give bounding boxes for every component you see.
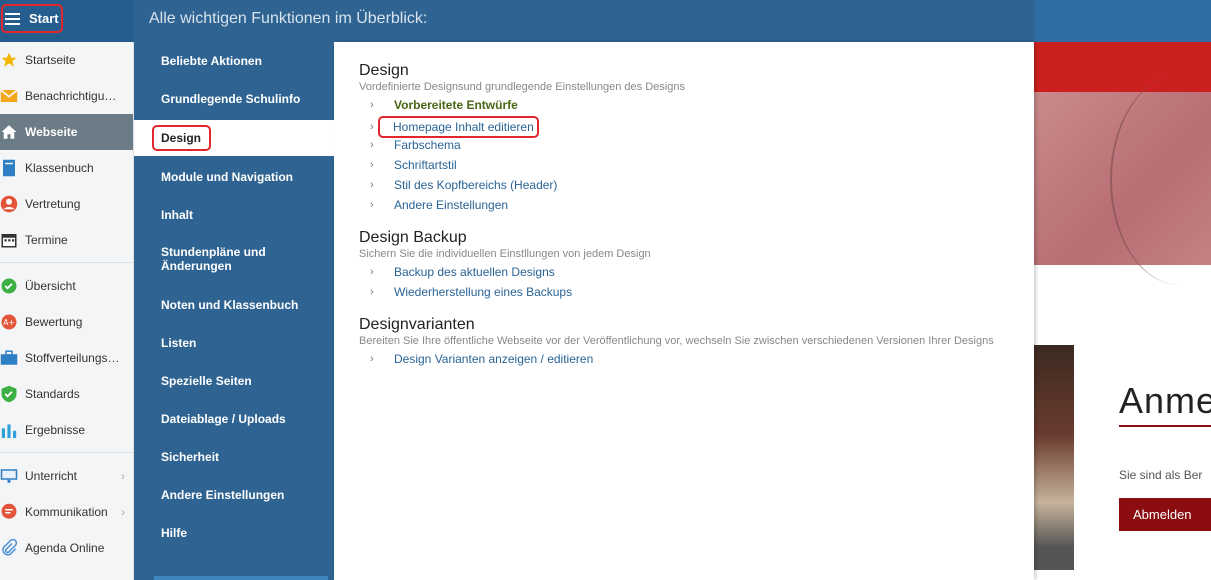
logout-button[interactable]: Abmelden: [1119, 498, 1211, 531]
sidebar-item-bewertung[interactable]: A+ Bewertung: [0, 304, 133, 340]
section-title-designvarianten: Designvarianten: [359, 316, 475, 333]
user-icon: [0, 195, 18, 213]
sidebar-item-stoffverteilungsplan[interactable]: Stoffverteilungsplan: [0, 340, 133, 376]
sidebar: Startseite Benachrichtigungen Webseite K…: [0, 42, 134, 580]
sidebar-item-kommunikation[interactable]: Kommunikation ›: [0, 494, 133, 530]
chevron-right-icon: ›: [121, 505, 125, 519]
chevron-right-icon: ›: [370, 266, 374, 278]
site-content-image: [1034, 345, 1074, 570]
menu-category-noten-klassenbuch[interactable]: Noten und Klassenbuch: [134, 286, 334, 324]
menu-category-design-label: Design: [152, 125, 212, 151]
sidebar-item-klassenbuch[interactable]: Klassenbuch: [0, 150, 133, 186]
sidebar-item-standards[interactable]: Standards: [0, 376, 133, 412]
heading-underline: [1119, 425, 1211, 427]
sidebar-divider: [0, 262, 133, 263]
menu-category-sicherheit[interactable]: Sicherheit: [134, 438, 334, 476]
mail-icon: [0, 87, 18, 105]
sidebar-item-uebersicht[interactable]: Übersicht: [0, 268, 133, 304]
start-label: Start: [29, 11, 59, 26]
sidebar-item-vertretung[interactable]: Vertretung: [0, 186, 133, 222]
start-menu-button[interactable]: Start: [0, 0, 134, 42]
menu-category-module-navigation[interactable]: Module und Navigation: [134, 158, 334, 196]
menu-category-hilfe[interactable]: Hilfe: [134, 514, 334, 552]
bar-chart-icon: [0, 421, 18, 439]
menu-category-spezielle-seiten[interactable]: Spezielle Seiten: [134, 362, 334, 400]
link-vorbereitete-entwuerfe[interactable]: › Vorbereitete Entwürfe: [370, 98, 518, 112]
chevron-right-icon: ›: [370, 286, 374, 298]
menu-category-inhalt[interactable]: Inhalt: [134, 196, 334, 234]
star-icon: [0, 51, 18, 69]
login-heading: Anme: [1119, 380, 1211, 421]
menu-category-stundenplaene[interactable]: Stundenpläne und Änderungen: [134, 239, 334, 279]
shield-check-icon: [0, 385, 18, 403]
link-schriftartstil[interactable]: › Schriftartstil: [370, 158, 457, 172]
link-stil-kopfbereich[interactable]: › Stil des Kopfbereichs (Header): [370, 178, 557, 192]
section-title-design-backup: Design Backup: [359, 229, 467, 246]
menu-category-design[interactable]: Design: [134, 120, 334, 156]
menu-category-grundlegende-schulinfo[interactable]: Grundlegende Schulinfo: [134, 80, 334, 118]
menu-category-beliebte-aktionen[interactable]: Beliebte Aktionen: [134, 42, 334, 80]
sidebar-item-unterricht[interactable]: Unterricht ›: [0, 458, 133, 494]
link-andere-einstellungen[interactable]: › Andere Einstellungen: [370, 198, 508, 212]
section-subtitle-design: Vordefinierte Designsund grundlegende Ei…: [359, 81, 685, 93]
menu-category-dateiablage[interactable]: Dateiablage / Uploads: [134, 400, 334, 438]
sidebar-item-webseite[interactable]: Webseite: [0, 114, 133, 150]
menu-heading: Alle wichtigen Funktionen im Überblick:: [134, 0, 1034, 42]
chevron-right-icon: ›: [370, 199, 374, 211]
login-status-text: Sie sind als Ber: [1119, 468, 1203, 482]
section-subtitle-designvarianten: Bereiten Sie Ihre öffentliche Webseite v…: [359, 335, 994, 347]
calendar-icon: [0, 231, 18, 249]
link-backup-aktuelles-design[interactable]: › Backup des aktuellen Designs: [370, 265, 555, 279]
hamburger-icon: [5, 12, 20, 25]
section-title-design: Design: [359, 62, 409, 79]
link-farbschema[interactable]: › Farbschema: [370, 138, 461, 152]
chevron-right-icon: ›: [370, 179, 374, 191]
paperclip-icon: [0, 539, 18, 557]
chat-icon: [0, 503, 18, 521]
sidebar-item-startseite[interactable]: Startseite: [0, 42, 133, 78]
board-icon: [0, 467, 18, 485]
start-button-highlight[interactable]: Start: [1, 4, 63, 33]
link-wiederherstellung-backup[interactable]: › Wiederherstellung eines Backups: [370, 285, 572, 299]
menu-content-panel: Design Vordefinierte Designsund grundleg…: [334, 42, 1034, 580]
menu-category-list: Beliebte Aktionen Grundlegende Schulinfo…: [134, 42, 334, 580]
sidebar-item-termine[interactable]: Termine: [0, 222, 133, 258]
check-circle-icon: [0, 277, 18, 295]
chevron-right-icon: ›: [121, 469, 125, 483]
menu-category-listen[interactable]: Listen: [134, 324, 334, 362]
chevron-right-icon: ›: [370, 159, 374, 171]
grade-icon: A+: [0, 313, 18, 331]
svg-text:A+: A+: [3, 318, 14, 327]
sidebar-item-ergebnisse[interactable]: Ergebnisse: [0, 412, 133, 448]
chevron-right-icon: ›: [370, 99, 374, 111]
sidebar-divider: [0, 452, 133, 453]
menu-bottom-button[interactable]: [154, 576, 328, 580]
chevron-right-icon: ›: [370, 139, 374, 151]
briefcase-icon: [0, 349, 18, 367]
book-icon: [0, 159, 18, 177]
link-design-varianten[interactable]: › Design Varianten anzeigen / editieren: [370, 352, 593, 366]
section-subtitle-design-backup: Sichern Sie die individuellen Einstllung…: [359, 248, 651, 260]
sidebar-item-agenda-online[interactable]: Agenda Online: [0, 530, 133, 566]
home-icon: [0, 123, 18, 141]
chevron-right-icon: ›: [370, 353, 374, 365]
menu-category-andere-einstellungen[interactable]: Andere Einstellungen: [134, 476, 334, 514]
sidebar-item-benachrichtigungen[interactable]: Benachrichtigungen: [0, 78, 133, 114]
link-homepage-inhalt-editieren[interactable]: › Homepage Inhalt editieren: [370, 116, 539, 138]
